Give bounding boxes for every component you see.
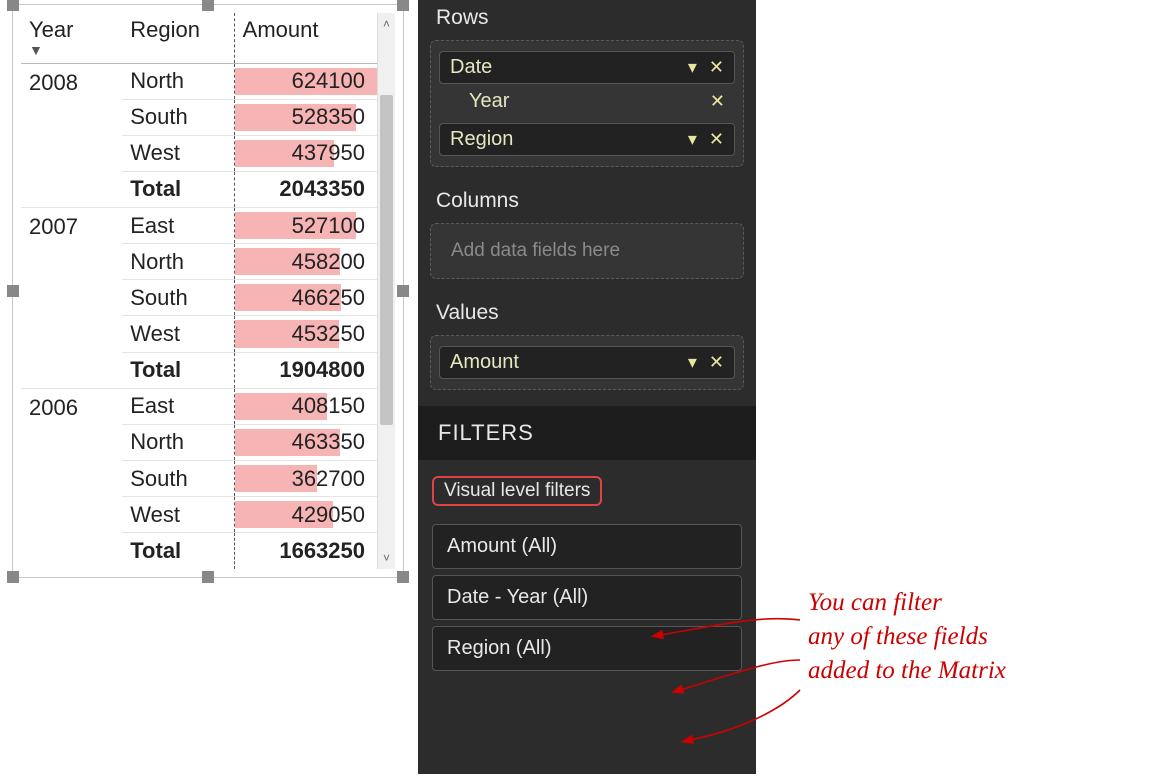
amount-value: 453250 (292, 321, 365, 346)
region-cell: West (122, 135, 234, 171)
values-field-amount[interactable]: Amount ▾ ✕ (439, 346, 735, 379)
amount-cell: 527100 (234, 208, 377, 244)
total-amount: 2043350 (234, 171, 377, 207)
resize-handle[interactable] (397, 571, 409, 583)
amount-value: 362700 (292, 466, 365, 491)
annotation-line: any of these fields (808, 620, 1168, 654)
field-label: Amount (450, 351, 519, 374)
amount-cell: 429050 (234, 497, 377, 533)
amount-value: 466250 (292, 285, 365, 310)
amount-cell: 437950 (234, 135, 377, 171)
rows-well[interactable]: Date ▾ ✕ Year ✕ Region ▾ ✕ (430, 40, 744, 167)
remove-icon[interactable]: ✕ (709, 57, 724, 78)
chevron-down-icon[interactable]: ▾ (688, 352, 697, 373)
filter-label: Region (All) (447, 637, 551, 659)
amount-cell: 528350 (234, 99, 377, 135)
remove-icon[interactable]: ✕ (710, 91, 725, 112)
values-well[interactable]: Amount ▾ ✕ (430, 335, 744, 390)
amount-value: 408150 (292, 393, 365, 418)
region-cell: East (122, 388, 234, 424)
amount-value: 624100 (292, 68, 365, 93)
column-header-region[interactable]: Region (122, 13, 234, 63)
annotation-line: added to the Matrix (808, 654, 1168, 688)
year-cell: 2008 (21, 63, 122, 208)
rows-section-label: Rows (418, 0, 756, 40)
table-row[interactable]: 2008North624100 (21, 63, 377, 99)
filter-amount[interactable]: Amount (All) (432, 524, 742, 569)
region-cell: South (122, 280, 234, 316)
remove-icon[interactable]: ✕ (709, 352, 724, 373)
amount-cell: 624100 (234, 63, 377, 99)
annotation-text: You can filter any of these fields added… (808, 586, 1168, 687)
total-label: Total (122, 533, 234, 569)
remove-icon[interactable]: ✕ (709, 129, 724, 150)
resize-handle[interactable] (397, 285, 409, 297)
scroll-track[interactable] (378, 35, 395, 547)
region-cell: North (122, 63, 234, 99)
scroll-up-button[interactable]: ˄ (378, 13, 395, 35)
region-cell: East (122, 208, 234, 244)
scroll-thumb[interactable] (380, 95, 393, 425)
amount-value: 429050 (292, 502, 365, 527)
rows-field-region[interactable]: Region ▾ ✕ (439, 123, 735, 156)
values-section-label: Values (418, 295, 756, 335)
matrix-table: Year ▼ Region Amount 2008North624100Sout… (21, 13, 377, 569)
resize-handle[interactable] (7, 571, 19, 583)
column-header-amount[interactable]: Amount (234, 13, 377, 63)
amount-value: 463350 (292, 429, 365, 454)
amount-cell: 453250 (234, 316, 377, 352)
amount-cell: 362700 (234, 461, 377, 497)
region-cell: North (122, 244, 234, 280)
total-label: Total (122, 352, 234, 388)
resize-handle[interactable] (7, 0, 19, 11)
filter-label: Amount (All) (447, 535, 557, 557)
column-header-year[interactable]: Year ▼ (21, 13, 122, 63)
amount-cell: 458200 (234, 244, 377, 280)
columns-placeholder: Add data fields here (437, 230, 737, 272)
resize-handle[interactable] (7, 285, 19, 297)
amount-value: 458200 (292, 249, 365, 274)
year-cell: 2007 (21, 208, 122, 389)
region-cell: West (122, 316, 234, 352)
region-cell: South (122, 461, 234, 497)
amount-value: 437950 (292, 140, 365, 165)
scroll-down-button[interactable]: ˅ (378, 547, 395, 569)
rows-field-date[interactable]: Date ▾ ✕ (439, 51, 735, 84)
amount-cell: 463350 (234, 424, 377, 460)
year-cell: 2006 (21, 388, 122, 569)
table-row[interactable]: 2006East408150 (21, 388, 377, 424)
filter-label: Date - Year (All) (447, 586, 588, 608)
columns-well[interactable]: Add data fields here (430, 223, 744, 279)
matrix-visual[interactable]: Year ▼ Region Amount 2008North624100Sout… (12, 4, 404, 578)
chevron-down-icon[interactable]: ▾ (688, 129, 697, 150)
resize-handle[interactable] (202, 0, 214, 11)
field-label: Year (469, 90, 509, 113)
columns-section-label: Columns (418, 183, 756, 223)
rows-field-year[interactable]: Year ✕ (459, 88, 735, 119)
region-cell: South (122, 99, 234, 135)
annotation-line: You can filter (808, 586, 1168, 620)
filters-header: FILTERS (418, 406, 756, 460)
amount-cell: 408150 (234, 388, 377, 424)
amount-cell: 466250 (234, 280, 377, 316)
total-amount: 1663250 (234, 533, 377, 569)
total-amount: 1904800 (234, 352, 377, 388)
total-label: Total (122, 171, 234, 207)
header-label: Region (130, 17, 200, 42)
table-row[interactable]: 2007East527100 (21, 208, 377, 244)
chevron-down-icon[interactable]: ▾ (688, 57, 697, 78)
header-label: Amount (243, 17, 319, 42)
visual-level-filters-label[interactable]: Visual level filters (432, 476, 602, 506)
region-cell: West (122, 497, 234, 533)
field-label: Date (450, 56, 492, 79)
field-label: Region (450, 128, 513, 151)
resize-handle[interactable] (397, 0, 409, 11)
region-cell: North (122, 424, 234, 460)
header-label: Year (29, 17, 73, 42)
vertical-scrollbar[interactable]: ˄ ˅ (377, 13, 395, 569)
amount-value: 528350 (292, 104, 365, 129)
amount-value: 527100 (292, 213, 365, 238)
resize-handle[interactable] (202, 571, 214, 583)
sort-desc-icon: ▼ (29, 45, 114, 55)
